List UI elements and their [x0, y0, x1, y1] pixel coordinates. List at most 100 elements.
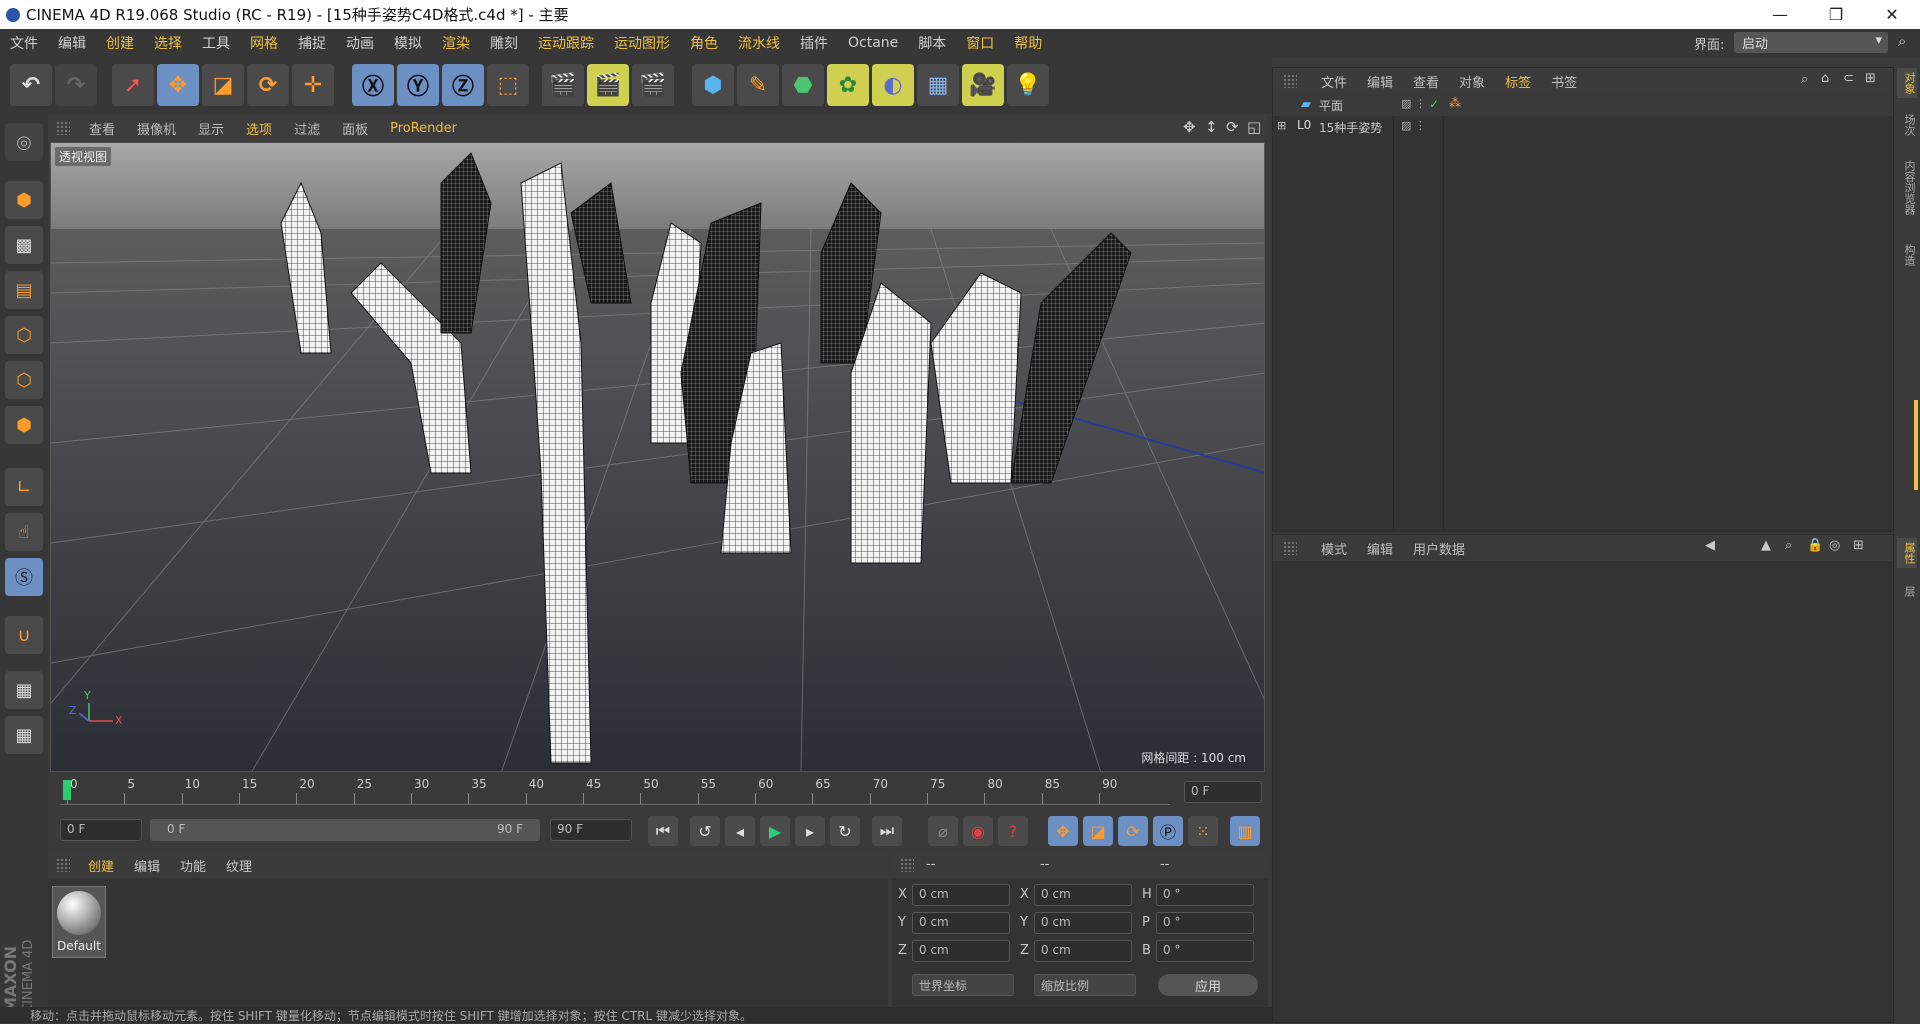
- lock-icon[interactable]: 🔒: [1807, 538, 1823, 553]
- menu-script[interactable]: 脚本: [908, 33, 956, 53]
- tab-content-browser[interactable]: 内容浏览器: [1897, 160, 1917, 215]
- back-arrow-icon[interactable]: ◀: [1705, 538, 1715, 553]
- link-icon[interactable]: ⊂: [1843, 71, 1854, 86]
- model-mode-icon[interactable]: ⬢: [5, 181, 43, 219]
- axis-mode-icon[interactable]: ∟: [5, 468, 43, 506]
- attr-menu-mode[interactable]: 模式: [1311, 539, 1357, 558]
- rotation-h-field[interactable]: 0 °: [1156, 884, 1254, 906]
- material-tab-edit[interactable]: 编辑: [124, 856, 170, 875]
- end-frame-field[interactable]: 90 F: [550, 819, 632, 841]
- key-scale-icon[interactable]: ◪: [1083, 816, 1113, 846]
- light-icon[interactable]: 💡: [1007, 64, 1049, 106]
- menu-window[interactable]: 窗口: [956, 33, 1004, 53]
- perspective-viewport[interactable]: 透视视图 网格间距 : 100 cm Y X Z: [50, 142, 1265, 772]
- material-swatch[interactable]: Default: [52, 886, 106, 958]
- key-point-level-icon[interactable]: ⁙: [1188, 816, 1218, 846]
- up-arrow-icon[interactable]: ▲: [1761, 538, 1771, 553]
- floor-icon[interactable]: ▦: [917, 64, 959, 106]
- key-rotation-icon[interactable]: ⟳: [1118, 816, 1148, 846]
- key-position-icon[interactable]: ✥: [1048, 816, 1078, 846]
- timeline[interactable]: 0 5 10 15 20 25 30 35 40 45 50 55 60 65 70 75 80 85 90 0 F: [50, 775, 1265, 809]
- planar-workplane-icon[interactable]: ▦: [5, 716, 43, 754]
- undo-icon[interactable]: ↶: [10, 64, 52, 106]
- menu-help[interactable]: 帮助: [1004, 33, 1052, 53]
- keyframe-selection-icon[interactable]: ?: [998, 816, 1028, 846]
- object-menu-objects[interactable]: 对象: [1449, 72, 1495, 91]
- menu-mograph[interactable]: 运动图形: [604, 33, 680, 53]
- object-menu-view[interactable]: 查看: [1403, 72, 1449, 91]
- edges-mode-icon[interactable]: ⬡: [5, 361, 43, 399]
- panel-grip-icon[interactable]: [1283, 541, 1297, 555]
- rotation-b-field[interactable]: 0 °: [1156, 940, 1254, 962]
- visibility-dots-icon[interactable]: ▨ ⋮: [1401, 97, 1426, 110]
- viewport-menu-filter[interactable]: 过滤: [283, 119, 331, 138]
- menu-octane[interactable]: Octane: [838, 35, 908, 51]
- cube-icon[interactable]: ⬢: [692, 64, 734, 106]
- subdivision-icon[interactable]: ⬣: [782, 64, 824, 106]
- workplane-icon[interactable]: ▤: [5, 271, 43, 309]
- live-select-icon[interactable]: ➚: [112, 64, 154, 106]
- menu-tools[interactable]: 工具: [192, 33, 240, 53]
- scale-mode-select[interactable]: 缩放比例: [1034, 974, 1136, 996]
- viewport-menu-panel[interactable]: 面板: [331, 119, 379, 138]
- solo-icon[interactable]: Ⓢ: [5, 558, 43, 596]
- recent-tool-icon[interactable]: ✛: [292, 64, 334, 106]
- coordinate-system-icon[interactable]: ⬚: [487, 64, 529, 106]
- scale-icon[interactable]: ◪: [202, 64, 244, 106]
- key-parameter-icon[interactable]: Ⓟ: [1153, 816, 1183, 846]
- cloner-icon[interactable]: ✿: [827, 64, 869, 106]
- go-to-end-icon[interactable]: ⏭: [872, 816, 902, 846]
- target-icon[interactable]: ◎: [1829, 538, 1840, 553]
- coord-mode-select[interactable]: 世界坐标: [912, 974, 1014, 996]
- size-z-field[interactable]: 0 cm: [1034, 940, 1132, 962]
- current-frame-field[interactable]: 0 F: [1184, 781, 1262, 803]
- menu-mesh[interactable]: 网格: [240, 33, 288, 53]
- viewport-move-icon[interactable]: ✥: [1183, 118, 1196, 136]
- menu-character[interactable]: 角色: [680, 33, 728, 53]
- play-icon[interactable]: ▶: [760, 816, 790, 846]
- menu-create[interactable]: 创建: [96, 33, 144, 53]
- size-y-field[interactable]: 0 cm: [1034, 912, 1132, 934]
- tab-layers[interactable]: 层: [1897, 586, 1917, 597]
- object-menu-tags[interactable]: 标签: [1495, 72, 1541, 91]
- viewport-menu-options[interactable]: 选项: [235, 119, 283, 138]
- material-tab-create[interactable]: 创建: [78, 856, 124, 875]
- search-icon[interactable]: ⌕: [1785, 538, 1792, 553]
- position-x-field[interactable]: 0 cm: [912, 884, 1010, 906]
- panel-grip-icon[interactable]: [56, 121, 70, 135]
- menu-select[interactable]: 选择: [144, 33, 192, 53]
- material-tab-texture[interactable]: 纹理: [216, 856, 262, 875]
- size-x-field[interactable]: 0 cm: [1034, 884, 1132, 906]
- menu-animate[interactable]: 动画: [336, 33, 384, 53]
- position-y-field[interactable]: 0 cm: [912, 912, 1010, 934]
- panel-grip-icon[interactable]: [900, 858, 914, 872]
- menu-file[interactable]: 文件: [0, 33, 48, 53]
- visibility-dots-icon[interactable]: ▨ ⋮: [1401, 119, 1426, 132]
- tab-objects[interactable]: 对象: [1897, 68, 1917, 98]
- viewport-rotate-icon[interactable]: ⟳: [1226, 118, 1239, 136]
- timeline-ruler[interactable]: 0 5 10 15 20 25 30 35 40 45 50 55 60 65 70 75 80 85 90: [60, 775, 1170, 805]
- apply-button[interactable]: 应用: [1158, 974, 1258, 996]
- camera-icon[interactable]: 🎥: [962, 64, 1004, 106]
- viewport-menu-prorender[interactable]: ProRender: [379, 121, 468, 136]
- menu-simulate[interactable]: 模拟: [384, 33, 432, 53]
- search-icon[interactable]: ⌕: [1801, 72, 1808, 87]
- render-view-icon[interactable]: 🎬: [542, 64, 584, 106]
- minimize-button[interactable]: —: [1752, 0, 1808, 29]
- enabled-check-icon[interactable]: ✓: [1429, 97, 1439, 111]
- menu-motion-tracker[interactable]: 运动跟踪: [528, 33, 604, 53]
- workplane-lock-icon[interactable]: ▦: [5, 671, 43, 709]
- rotation-p-field[interactable]: 0 °: [1156, 912, 1254, 934]
- menu-render[interactable]: 渲染: [432, 33, 480, 53]
- maximize-button[interactable]: ❐: [1808, 0, 1864, 29]
- list-item[interactable]: ⊞ L0 15种手姿势 ▨ ⋮: [1273, 116, 1893, 138]
- previous-key-icon[interactable]: ↺: [690, 816, 720, 846]
- panel-grip-icon[interactable]: [1283, 74, 1297, 88]
- material-tab-function[interactable]: 功能: [170, 856, 216, 875]
- move-icon[interactable]: ✥: [157, 64, 199, 106]
- deformer-icon[interactable]: ◐: [872, 64, 914, 106]
- object-menu-edit[interactable]: 编辑: [1357, 72, 1403, 91]
- frame-range-slider[interactable]: 0 F 90 F: [150, 819, 540, 841]
- snap-icon[interactable]: ∪: [5, 616, 43, 654]
- new-panel-icon[interactable]: ⊞: [1865, 71, 1876, 86]
